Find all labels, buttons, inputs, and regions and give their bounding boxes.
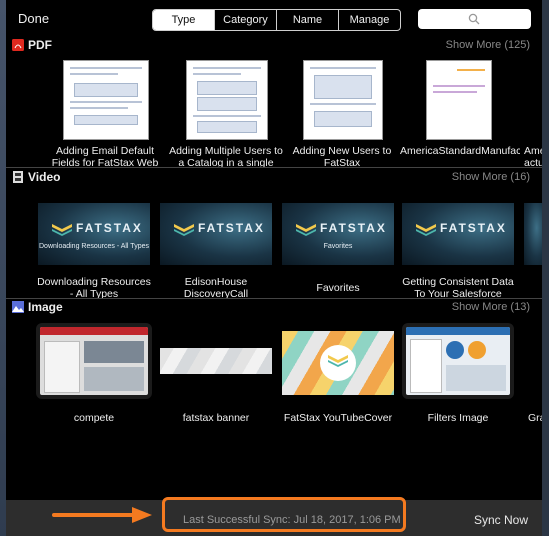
segment-type[interactable]: Type [153,10,214,30]
image-item-caption: Filters Image [427,412,489,424]
video-section-title: Video [28,170,61,184]
brand-text: FATSTAX [198,221,265,235]
video-item-caption: Favorites [316,282,360,294]
video-thumbnail: FATSTAX Downloading Resources - All Type… [38,203,150,265]
pdf-thumbnail [186,60,268,140]
search-icon [468,13,480,25]
image-section-title: Image [28,300,63,314]
video-overlay-title: Favorites [323,243,353,250]
segment-name[interactable]: Name [276,10,338,30]
fatstax-logo-icon [416,224,436,236]
video-thumbnail: FATSTAX [402,203,514,265]
image-thumbnail [36,323,152,399]
sort-segmented-control: Type Category Name Manage [152,9,401,31]
pdf-thumbnail [63,60,149,140]
pdf-item-caption: Adding New Users to FatStax [292,145,392,169]
pdf-thumbnail [303,60,383,140]
video-section-header: Video Show More (16) [6,168,542,188]
fatstax-logo-icon [52,224,72,236]
image-item-caption: compete [73,412,115,424]
video-thumbnail: FATSTAX Favorites [282,203,394,265]
video-show-more-link[interactable]: Show More (16) [452,171,530,183]
video-overlay-title: Downloading Resources - All Types [39,243,149,250]
image-item-caption: fatstax banner [182,412,250,424]
image-show-more-link[interactable]: Show More (13) [452,301,530,313]
video-thumbnail: FATSTAX [160,203,272,265]
image-item-caption: Gra [528,412,542,424]
video-icon [13,171,23,183]
pdf-icon [12,39,24,51]
fatstax-logo-icon [328,355,348,367]
video-item-caption: Getting Consistent Data To Your Salesfor… [402,276,514,300]
image-thumbnail [282,331,394,395]
pdf-item-caption: AmericaStandardManufacturerRepSurveyRepo… [400,145,520,157]
pdf-section-header: PDF Show More (125) [6,36,542,56]
pdf-item-caption: Ame acture [524,145,542,169]
brand-text: FATSTAX [76,221,143,235]
pdf-section-title: PDF [28,38,52,52]
segment-manage[interactable]: Manage [338,10,400,30]
image-item-caption: FatStax YouTubeCover [283,412,393,424]
highlight-box [162,497,406,532]
pdf-show-more-link[interactable]: Show More (125) [446,39,530,51]
fatstax-logo-icon [174,224,194,236]
video-item-caption: EdisonHouse DiscoveryCall [183,276,249,300]
image-section-header: Image Show More (13) [6,298,542,318]
fatstax-logo-icon [296,224,316,236]
segment-category[interactable]: Category [214,10,276,30]
highlight-arrow-icon [52,507,152,523]
pdf-thumbnail [426,60,492,140]
sync-now-button[interactable]: Sync Now [474,513,528,527]
search-field[interactable] [418,9,531,29]
image-thumbnail [160,348,272,374]
brand-text: FATSTAX [440,221,507,235]
image-thumbnail [402,323,514,399]
done-button[interactable]: Done [18,11,49,26]
library-panel: Done Type Category Name Manage PDF Show … [6,0,542,536]
background-edge-right [542,0,549,536]
video-item-caption: Downloading Resources - All Types [37,276,151,300]
pdf-item-caption: Adding Multiple Users to a Catalog in a … [169,145,283,169]
header-bar: Done Type Category Name Manage [6,0,542,38]
image-icon [12,301,24,313]
pdf-item-caption: Adding Email Default Fields for FatStax … [51,145,159,169]
video-thumbnail-partial[interactable] [524,203,542,265]
brand-text: FATSTAX [320,221,387,235]
